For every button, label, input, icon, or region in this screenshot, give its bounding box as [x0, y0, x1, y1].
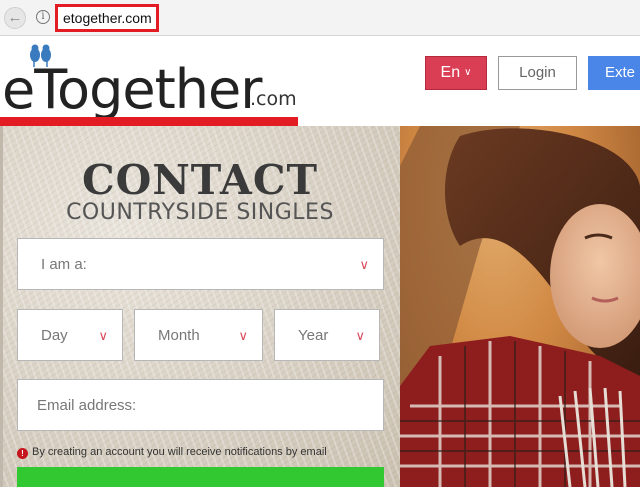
logo-highlight-underline — [0, 117, 298, 126]
chevron-down-icon: ∨ — [355, 328, 365, 343]
login-button[interactable]: Login — [498, 56, 577, 90]
site-logo[interactable]: eTogether .com — [0, 38, 300, 126]
birth-year-select[interactable]: Year ∨ — [274, 309, 380, 361]
info-icon[interactable]: i — [36, 10, 50, 24]
email-notice: ! By creating an account you will receive… — [17, 446, 397, 459]
language-label: En — [440, 64, 461, 81]
year-select-label: Year — [298, 327, 329, 344]
form-subtitle: COUNTRYSIDE SINGLES — [66, 200, 334, 225]
back-arrow-icon[interactable]: ← — [4, 7, 26, 29]
email-placeholder: Email address: — [37, 397, 137, 414]
browser-address-bar: ← i etogether.com — [0, 0, 640, 36]
gender-select[interactable]: I am a: ∨ — [17, 238, 384, 290]
chevron-down-icon: ∨ — [464, 67, 472, 78]
birth-month-select[interactable]: Month ∨ — [134, 309, 263, 361]
language-selector-button[interactable]: En ∨ — [425, 56, 487, 90]
gender-select-label: I am a: — [41, 256, 87, 273]
registration-form-panel: CONTACT COUNTRYSIDE SINGLES I am a: ∨ Da… — [0, 126, 400, 487]
couple-photo-image — [400, 126, 640, 487]
url-field[interactable]: etogether.com — [55, 4, 159, 32]
logo-domain-suffix: .com — [250, 88, 297, 110]
form-title: CONTACT — [81, 156, 319, 204]
warning-icon: ! — [17, 448, 28, 459]
chevron-down-icon: ∨ — [359, 257, 369, 272]
enter-button[interactable]: Exte — [588, 56, 640, 90]
birth-day-select[interactable]: Day ∨ — [17, 309, 123, 361]
chevron-down-icon: ∨ — [98, 328, 108, 343]
url-text: etogether.com — [63, 10, 152, 26]
submit-button[interactable] — [17, 467, 384, 487]
hero-photo — [400, 126, 640, 487]
day-select-label: Day — [41, 327, 68, 344]
site-header: eTogether .com En ∨ Login Exte — [0, 36, 640, 126]
logo-wordmark: eTogether — [2, 58, 262, 121]
email-notice-text: By creating an account you will receive … — [32, 446, 327, 458]
email-field[interactable]: Email address: — [17, 379, 384, 431]
month-select-label: Month — [158, 327, 200, 344]
chevron-down-icon: ∨ — [238, 328, 248, 343]
